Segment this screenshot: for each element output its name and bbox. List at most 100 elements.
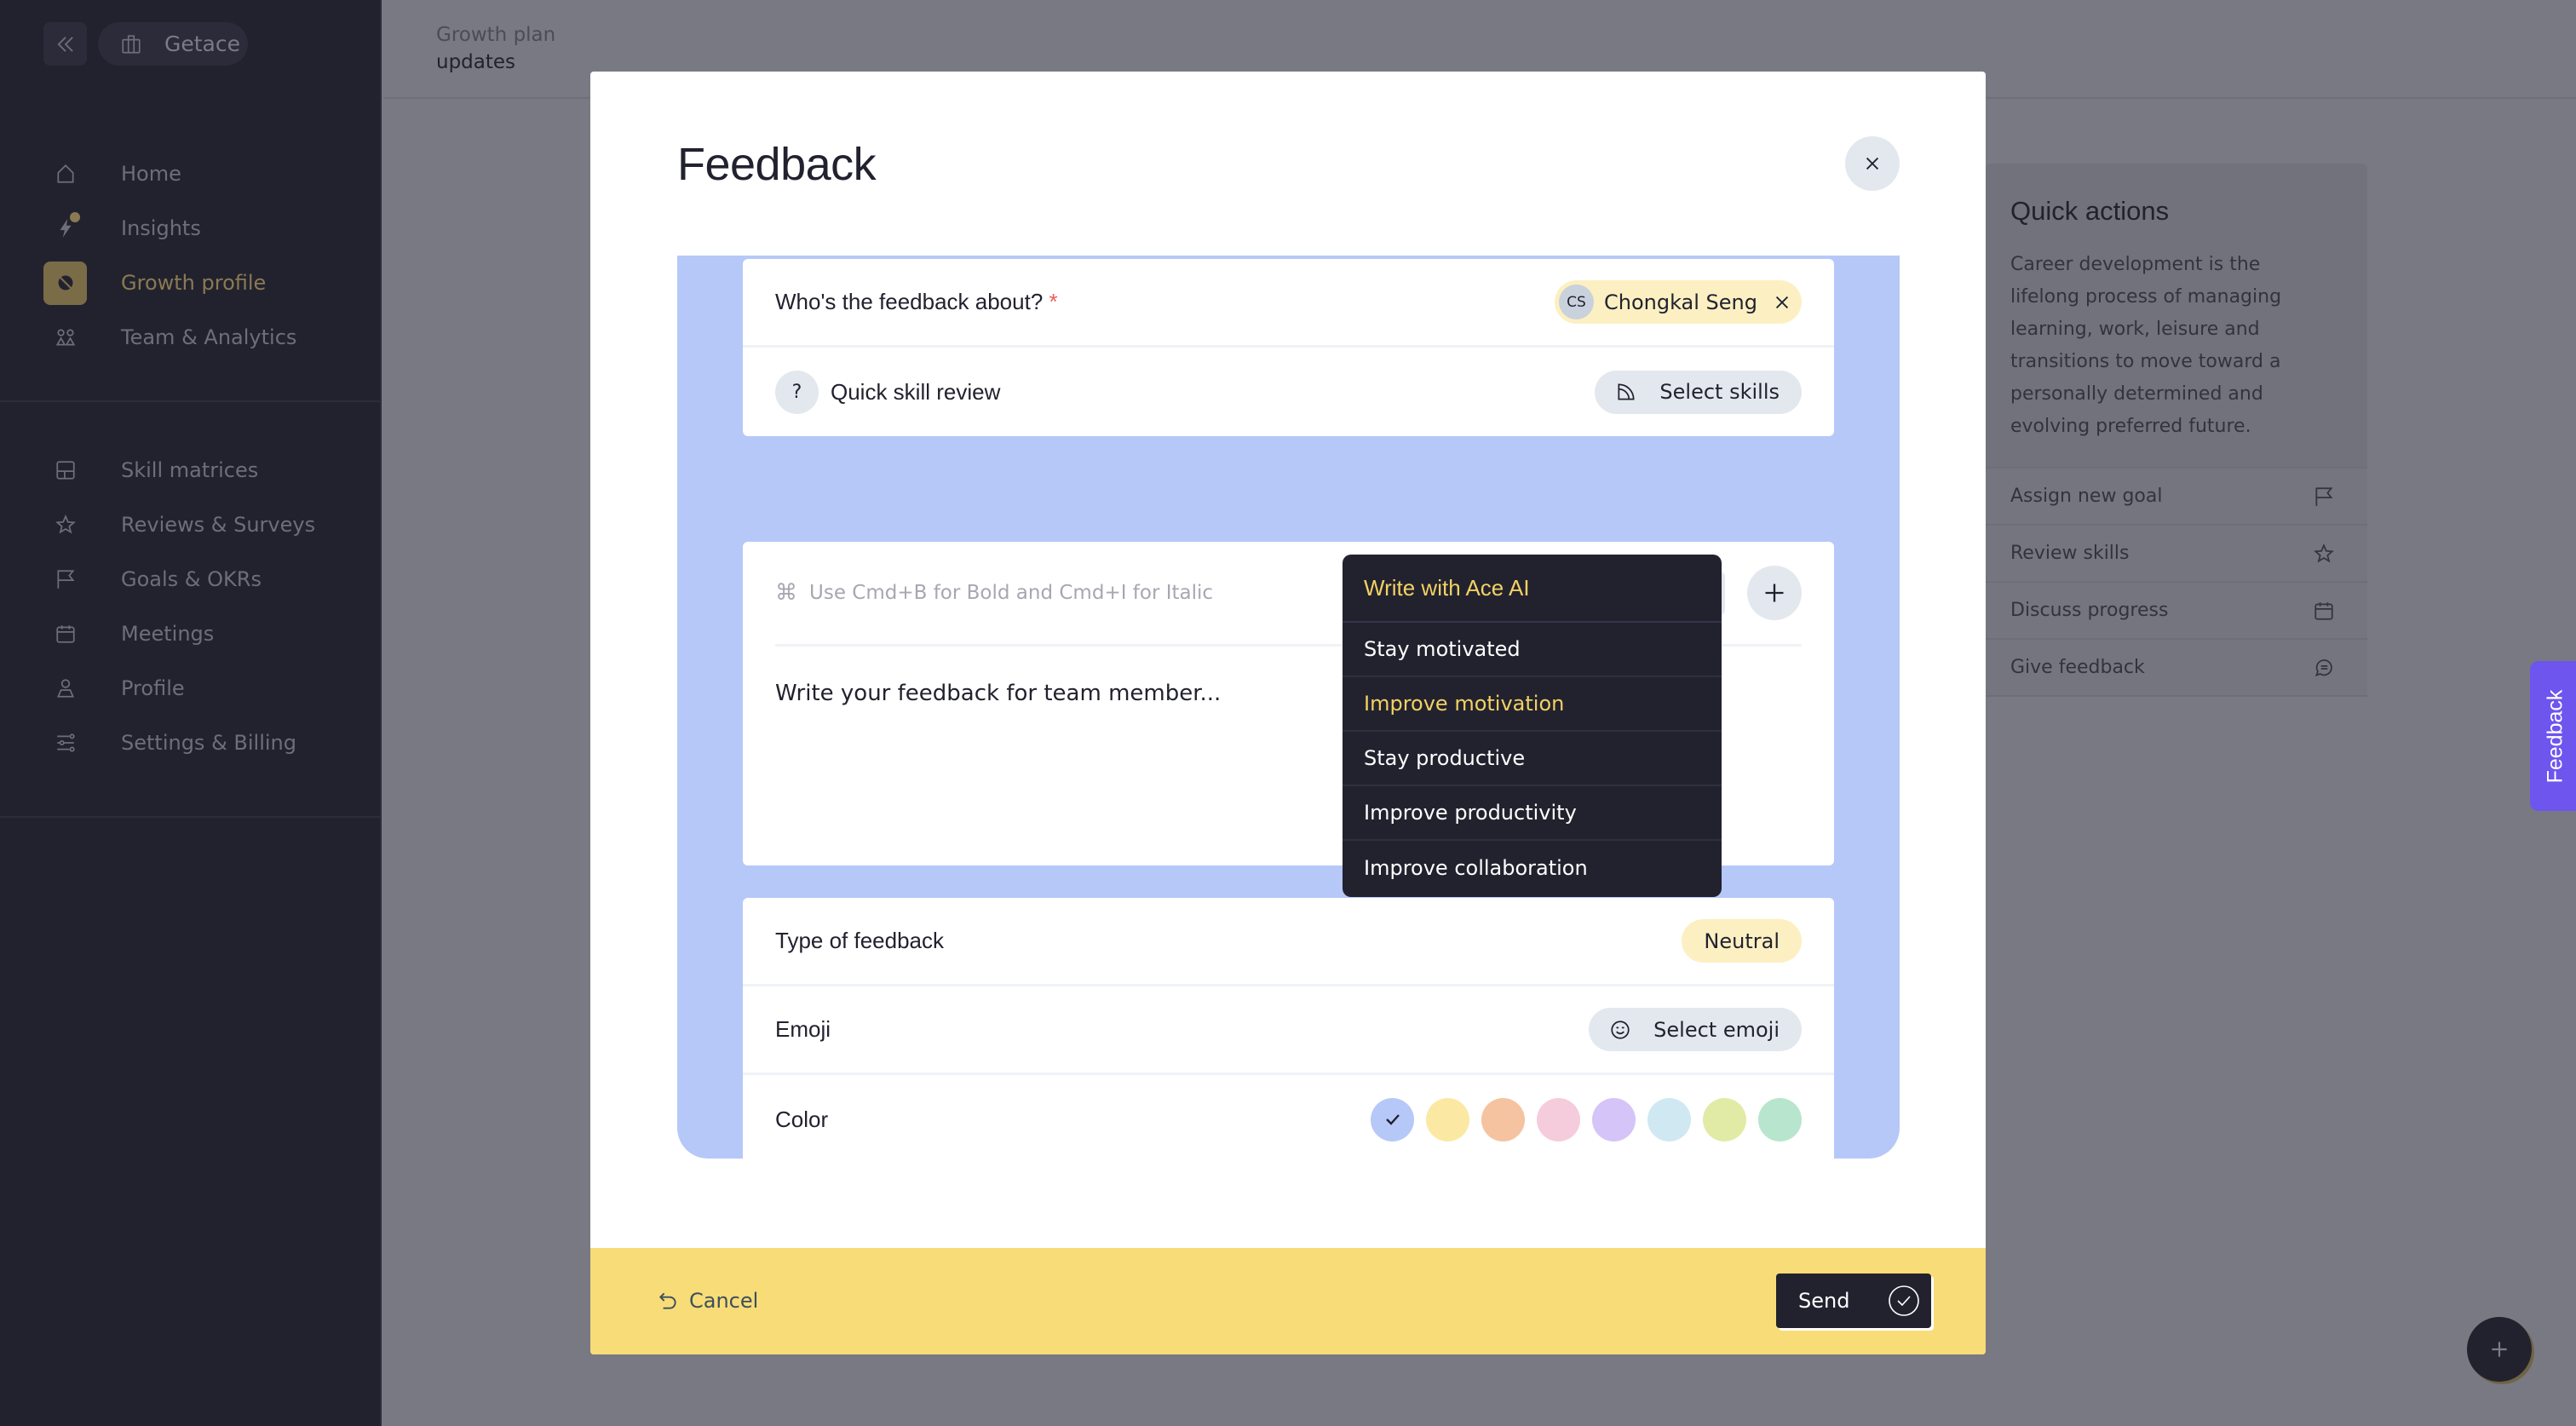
sliders-icon: [43, 722, 87, 765]
sidebar-item-team-analytics[interactable]: Team & Analytics: [0, 310, 380, 365]
recipient-label: Who's the feedback about? *: [775, 289, 1058, 314]
add-attachment-button[interactable]: [1747, 566, 1802, 620]
color-swatch[interactable]: [1426, 1097, 1469, 1141]
formatting-hint-text: Use Cmd+B for Bold and Cmd+I for Italic: [809, 582, 1214, 604]
formatting-hint: ⌘ Use Cmd+B for Bold and Cmd+I for Itali…: [775, 580, 1213, 606]
quick-action-review-skills[interactable]: Review skills: [1986, 526, 2367, 583]
sidebar-item-label: Profile: [121, 676, 185, 700]
select-skills-label: Select skills: [1659, 380, 1780, 404]
sidebar-item-label: Growth profile: [121, 271, 267, 295]
command-icon: ⌘: [775, 580, 797, 606]
flag-icon: [43, 558, 87, 601]
home-icon: [43, 152, 87, 196]
notification-dot: [70, 211, 80, 222]
remove-recipient-icon[interactable]: [1773, 293, 1791, 312]
ai-menu-item[interactable]: Stay productive: [1343, 732, 1722, 786]
close-modal-button[interactable]: [1845, 136, 1900, 191]
feedback-side-tab-label: Feedback: [2543, 689, 2567, 783]
sidebar-item-meetings[interactable]: Meetings: [0, 607, 380, 661]
feedback-modal: Feedback Who's the feedback about? * CS …: [590, 72, 1986, 1354]
quick-actions-description: Career development is the lifelong proce…: [2010, 254, 2282, 437]
emoji-label: Emoji: [775, 1016, 831, 1042]
cancel-button[interactable]: Cancel: [657, 1284, 758, 1318]
sidebar-item-growth-profile[interactable]: Growth profile: [0, 256, 380, 310]
matrix-icon: [43, 449, 87, 492]
color-swatch[interactable]: [1647, 1097, 1691, 1141]
double-chevron-left-icon: [57, 36, 73, 52]
color-swatch[interactable]: [1371, 1097, 1414, 1141]
sidebar-item-profile[interactable]: Profile: [0, 661, 380, 716]
flag-icon: [2315, 486, 2333, 506]
ai-suggestions-menu: Write with Ace AI Stay motivated Improve…: [1343, 555, 1722, 897]
sidebar-item-label: Home: [121, 162, 181, 186]
sidebar-item-reviews-surveys[interactable]: Reviews & Surveys: [0, 497, 380, 552]
select-skills-button[interactable]: Select skills: [1595, 370, 1802, 414]
color-swatch[interactable]: [1592, 1097, 1636, 1141]
sidebar-item-settings-billing[interactable]: Settings & Billing: [0, 716, 380, 770]
send-button[interactable]: Send: [1776, 1274, 1931, 1328]
user-icon: [43, 667, 87, 710]
chat-icon: [2314, 658, 2332, 676]
calendar-icon: [43, 612, 87, 656]
select-emoji-label: Select emoji: [1653, 1017, 1780, 1042]
quick-action-label: Discuss progress: [2010, 600, 2169, 621]
lightning-icon: [43, 207, 87, 250]
plus-icon: [1765, 584, 1784, 602]
feedback-side-tab[interactable]: Feedback: [2530, 661, 2576, 811]
secondary-nav: Skill matrices Reviews & Surveys Goals &…: [0, 443, 380, 770]
recipient-card: Who's the feedback about? * CS Chongkal …: [743, 259, 1834, 436]
sidebar: Getace Home Insights Growth profile Team…: [0, 0, 382, 1426]
star-icon: [43, 503, 87, 547]
emoji-row: Emoji Select emoji: [743, 986, 1834, 1075]
plus-icon: [2492, 1342, 2507, 1357]
sidebar-divider: [0, 400, 380, 402]
color-swatch[interactable]: [1758, 1097, 1802, 1141]
add-fab-button[interactable]: [2467, 1317, 2532, 1382]
quick-action-label: Assign new goal: [2010, 486, 2163, 507]
color-swatch[interactable]: [1481, 1097, 1525, 1141]
quick-skill-review-row: ? Quick skill review Select skills: [743, 348, 1834, 436]
ai-menu-item[interactable]: Stay motivated: [1343, 623, 1722, 677]
calendar-icon: [2314, 601, 2333, 620]
sidebar-item-home[interactable]: Home: [0, 147, 380, 201]
color-swatches: [1371, 1097, 1802, 1141]
breadcrumb[interactable]: Growth plan: [436, 24, 555, 46]
required-mark: *: [1049, 289, 1058, 314]
page-title: updates: [436, 51, 516, 73]
sidebar-item-label: Goals & OKRs: [121, 567, 262, 591]
star-icon: [2314, 543, 2334, 563]
ai-menu-item[interactable]: Improve collaboration: [1343, 841, 1722, 895]
ai-menu-item[interactable]: Improve motivation: [1343, 677, 1722, 732]
help-icon[interactable]: ?: [775, 370, 819, 414]
sidebar-item-skill-matrices[interactable]: Skill matrices: [0, 443, 380, 497]
sidebar-item-label: Skill matrices: [121, 458, 259, 482]
sidebar-item-label: Insights: [121, 216, 201, 240]
check-circle-icon: [1889, 1285, 1919, 1316]
quick-actions-list: Assign new goal Review skills Discuss pr…: [1986, 467, 2367, 697]
collapse-sidebar-button[interactable]: [43, 22, 87, 66]
org-name: Getace: [164, 32, 241, 56]
quick-action-give-feedback[interactable]: Give feedback: [1986, 640, 2367, 697]
building-icon: [122, 34, 141, 54]
ai-menu-item[interactable]: Improve productivity: [1343, 786, 1722, 841]
sidebar-item-label: Settings & Billing: [121, 731, 296, 755]
select-emoji-button[interactable]: Select emoji: [1589, 1008, 1802, 1051]
recipient-chip[interactable]: CS Chongkal Seng: [1554, 280, 1802, 324]
quick-skill-review-label: Quick skill review: [831, 378, 1001, 405]
color-swatch[interactable]: [1703, 1097, 1746, 1141]
undo-icon: [658, 1292, 676, 1309]
sidebar-item-label: Meetings: [121, 622, 215, 646]
quick-action-assign-goal[interactable]: Assign new goal: [1986, 469, 2367, 526]
sidebar-item-goals-okrs[interactable]: Goals & OKRs: [0, 552, 380, 607]
check-icon: [1385, 1114, 1400, 1125]
sidebar-item-label: Team & Analytics: [121, 325, 297, 349]
feedback-type-select[interactable]: Neutral: [1682, 919, 1802, 963]
color-swatch[interactable]: [1537, 1097, 1580, 1141]
sidebar-item-insights[interactable]: Insights: [0, 201, 380, 256]
quick-action-discuss-progress[interactable]: Discuss progress: [1986, 583, 2367, 640]
feedback-type-row: Type of feedback Neutral: [743, 898, 1834, 986]
org-switcher[interactable]: Getace: [98, 22, 248, 66]
smiley-icon: [1611, 1020, 1630, 1039]
sidebar-item-label: Reviews & Surveys: [121, 513, 316, 537]
ai-menu-title: Write with Ace AI: [1343, 555, 1722, 623]
